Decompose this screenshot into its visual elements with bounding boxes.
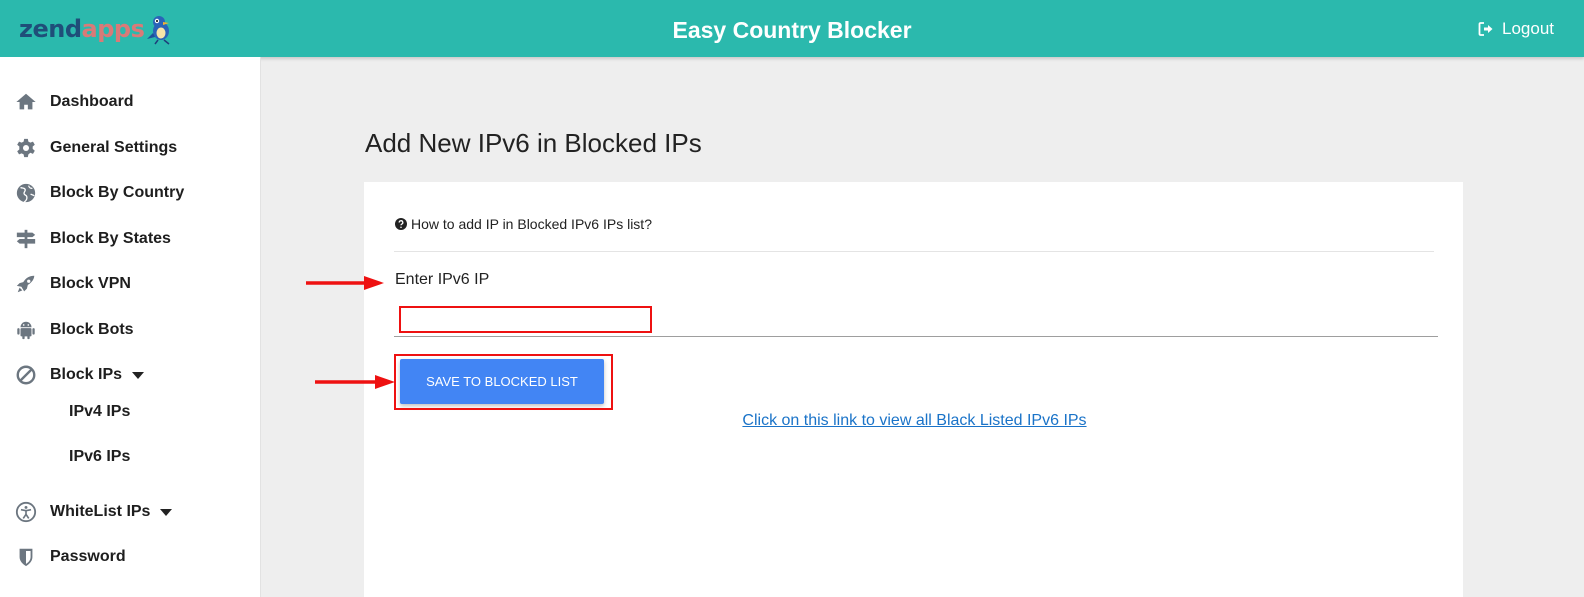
sidebar-item-label: WhiteList IPs (50, 503, 151, 520)
sidebar-item-label: Block By States (50, 230, 171, 247)
save-to-blocked-list-button[interactable]: SAVE TO BLOCKED LIST (400, 359, 604, 404)
caret-down-icon (132, 371, 145, 379)
sidebar-item-label: General Settings (50, 139, 178, 156)
logout-label: Logout (1502, 19, 1554, 38)
top-bar: zend apps Easy Country Blocker Logout (0, 0, 1584, 57)
ipv6-input[interactable] (394, 304, 1438, 337)
gear-icon (14, 136, 38, 160)
app-title: Easy Country Blocker (672, 17, 912, 43)
page-title: Add New IPv6 in Blocked IPs (365, 128, 702, 158)
sign-out-icon (1478, 22, 1493, 36)
sidebar: Dashboard General Settings Block By Coun… (0, 57, 261, 597)
sidebar-item-general-settings[interactable]: General Settings (14, 135, 177, 161)
sidebar-item-block-bots[interactable]: Block Bots (14, 317, 134, 343)
sidebar-item-block-ips[interactable]: Block IPs (14, 362, 145, 388)
sidebar-item-password[interactable]: Password (14, 544, 126, 570)
sidebar-item-label: Password (50, 548, 126, 565)
view-blacklisted-ipv6-link[interactable]: Click on this link to view all Black Lis… (742, 412, 1086, 429)
sidebar-item-label: Block By Country (50, 184, 185, 201)
sidebar-item-dashboard[interactable]: Dashboard (14, 89, 134, 115)
sidebar-subitem-ipv4[interactable]: IPv4 IPs (69, 403, 130, 421)
home-icon (14, 90, 38, 114)
help-link[interactable]: How to add IP in Blocked IPv6 IPs list? (395, 216, 652, 232)
android-icon (14, 318, 38, 342)
signpost-icon (14, 227, 38, 251)
view-link-row: Click on this link to view all Black Lis… (364, 412, 1463, 430)
sidebar-item-label: Block Bots (50, 321, 134, 338)
divider (394, 251, 1434, 252)
sidebar-item-block-vpn[interactable]: Block VPN (14, 271, 131, 297)
ipv6-field-label: Enter IPv6 IP (395, 271, 490, 288)
question-circle-icon (395, 218, 407, 230)
caret-down-icon (160, 508, 173, 516)
sidebar-item-label: Block IPs (50, 366, 123, 383)
shield-icon (14, 545, 38, 569)
rocket-icon (14, 272, 38, 296)
sidebar-item-whitelist-ips[interactable]: WhiteList IPs (14, 499, 173, 525)
ban-icon (14, 363, 38, 387)
sidebar-subitem-ipv6[interactable]: IPv6 IPs (69, 448, 130, 466)
sidebar-item-block-by-country[interactable]: Block By Country (14, 180, 184, 206)
sidebar-item-label: Block VPN (50, 275, 131, 292)
accessibility-icon (14, 500, 38, 524)
sidebar-item-label: Dashboard (50, 93, 134, 110)
sidebar-item-block-by-states[interactable]: Block By States (14, 226, 171, 252)
globe-icon (14, 181, 38, 205)
help-text: How to add IP in Blocked IPv6 IPs list? (411, 216, 652, 232)
logout-button[interactable]: Logout (1478, 19, 1554, 39)
form-card: How to add IP in Blocked IPv6 IPs list? … (364, 182, 1463, 597)
